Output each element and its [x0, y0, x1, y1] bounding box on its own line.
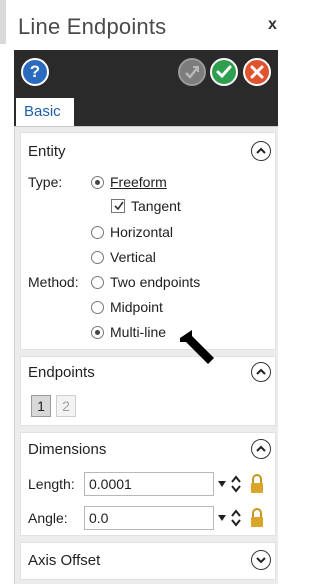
endpoint-2-button[interactable]: 2 — [56, 395, 76, 417]
radio-button[interactable] — [91, 250, 104, 264]
radio-midpoint[interactable]: Midpoint — [91, 299, 163, 315]
endpoints-panel: Endpoints 1 2 — [20, 356, 276, 426]
ok-icon — [216, 65, 232, 79]
expand-axis-offset-button[interactable] — [251, 550, 271, 570]
two-endpoints-label: Two endpoints — [110, 274, 201, 290]
length-field[interactable]: 0.0001 — [84, 472, 214, 496]
chevron-up-icon — [256, 445, 266, 452]
multi-line-label: Multi-line — [110, 324, 167, 340]
endpoints-header: Endpoints — [28, 364, 95, 381]
midpoint-label: Midpoint — [110, 299, 163, 315]
dropdown-arrow-icon — [218, 481, 226, 487]
tab-basic[interactable]: Basic — [16, 98, 74, 126]
dimensions-header: Dimensions — [28, 441, 107, 458]
reapply-button[interactable] — [178, 58, 206, 86]
collapse-entity-button[interactable] — [251, 141, 271, 161]
mouse-cursor-icon — [180, 330, 214, 364]
help-icon: ? — [29, 62, 41, 81]
cancel-icon — [250, 65, 264, 79]
radio-multi-line[interactable]: Multi-line — [91, 324, 166, 340]
spin-arrows-icon[interactable] — [230, 475, 242, 493]
angle-stepper[interactable] — [217, 507, 245, 529]
dimensions-panel: Dimensions Length: 0.0001 Angle: 0.0 — [20, 432, 276, 536]
method-label: Method: — [28, 274, 79, 290]
collapse-dimensions-button[interactable] — [251, 439, 271, 459]
vertical-label: Vertical — [110, 249, 156, 265]
chevron-up-icon — [256, 147, 266, 154]
length-label: Length: — [28, 476, 75, 492]
tab-bar: Basic — [14, 96, 278, 126]
help-button[interactable]: ? — [21, 58, 49, 86]
horizontal-label: Horizontal — [110, 224, 174, 240]
close-icon[interactable]: x — [268, 16, 277, 34]
radio-horizontal[interactable]: Horizontal — [91, 224, 173, 240]
radio-button[interactable] — [91, 325, 104, 339]
cancel-button[interactable] — [243, 58, 271, 86]
reapply-icon — [185, 66, 199, 79]
radio-freeform[interactable]: Freeform — [91, 174, 167, 190]
angle-label: Angle: — [28, 510, 68, 526]
type-label: Type: — [28, 174, 63, 190]
chevron-down-icon — [256, 557, 266, 564]
entity-panel: Entity Type: Freeform Tangent Horizontal… — [20, 132, 276, 350]
title-bar: Line Endpoints x — [0, 0, 278, 44]
length-stepper[interactable] — [217, 473, 245, 495]
checkbox[interactable] — [111, 199, 125, 213]
endpoint-1-button[interactable]: 1 — [31, 395, 51, 417]
radio-button[interactable] — [91, 275, 104, 289]
chevron-up-icon — [256, 368, 266, 375]
radio-button[interactable] — [91, 175, 104, 189]
toolbar: ? — [14, 50, 278, 96]
dropdown-arrow-icon — [218, 515, 226, 521]
entity-header: Entity — [28, 143, 66, 160]
lock-icon[interactable] — [250, 508, 264, 528]
tangent-label: Tangent — [131, 198, 181, 214]
radio-button[interactable] — [91, 225, 104, 239]
lock-icon[interactable] — [250, 474, 264, 494]
axis-offset-header: Axis Offset — [28, 552, 101, 569]
axis-offset-panel: Axis Offset — [20, 542, 276, 580]
collapse-endpoints-button[interactable] — [251, 362, 271, 382]
radio-two-endpoints[interactable]: Two endpoints — [91, 274, 200, 290]
radio-vertical[interactable]: Vertical — [91, 249, 156, 265]
spin-arrows-icon[interactable] — [230, 509, 242, 527]
window-title: Line Endpoints — [18, 14, 167, 39]
radio-button[interactable] — [91, 300, 104, 314]
freeform-label: Freeform — [110, 174, 167, 190]
ok-button[interactable] — [210, 58, 238, 86]
checkmark-icon — [114, 201, 124, 211]
tangent-checkbox[interactable]: Tangent — [111, 198, 181, 214]
angle-field[interactable]: 0.0 — [84, 506, 214, 530]
